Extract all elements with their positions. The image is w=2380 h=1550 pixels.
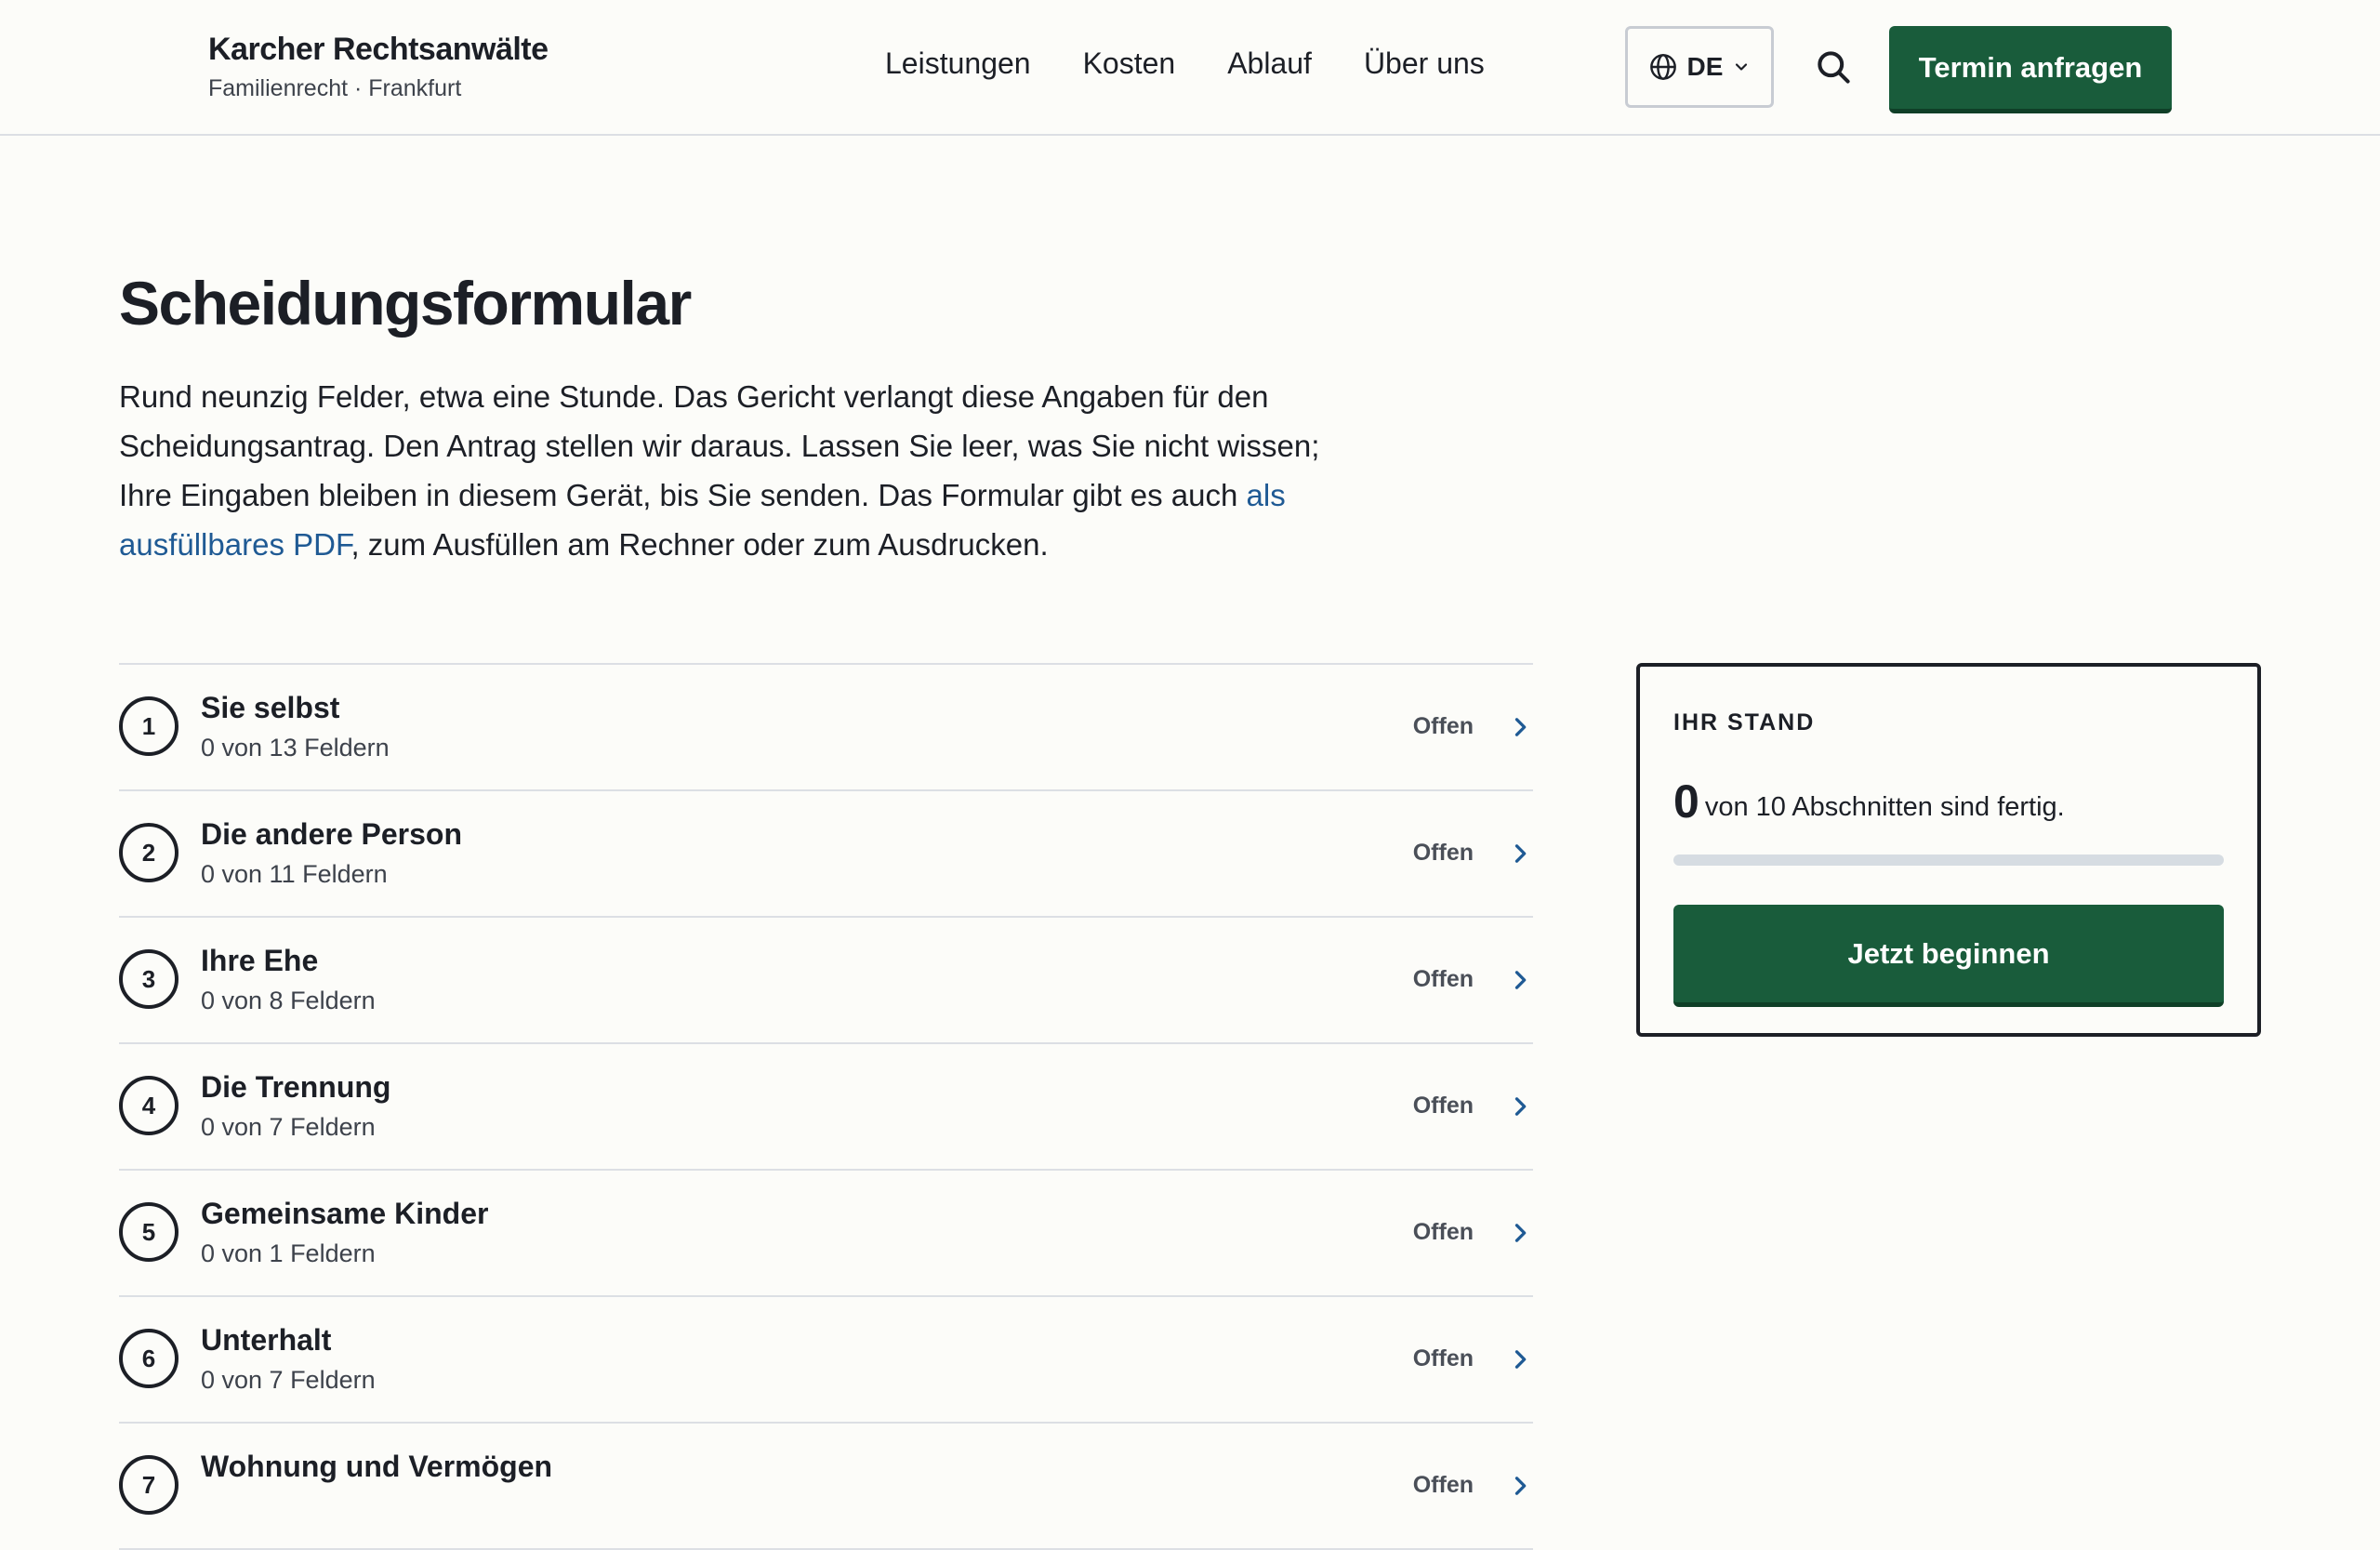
- section-number: 4: [119, 1076, 178, 1135]
- chevron-right-icon: [1514, 1350, 1527, 1369]
- section-status: Offen: [1412, 713, 1474, 739]
- start-button[interactable]: Jetzt beginnen: [1673, 905, 2224, 1007]
- section-field-count: 0 von 1 Feldern: [201, 1239, 376, 1267]
- section-status: Offen: [1412, 1472, 1474, 1498]
- section-field-count: 0 von 8 Feldern: [201, 987, 376, 1014]
- section-status: Offen: [1412, 1093, 1474, 1119]
- section-row[interactable]: 7 Wohnung und Vermögen Offen: [119, 1424, 1533, 1550]
- section-row[interactable]: 1 Sie selbst 0 von 13 Feldern Offen: [119, 665, 1533, 791]
- section-list: 1 Sie selbst 0 von 13 Feldern Offen 2 Di…: [119, 663, 1533, 1550]
- nav-item-ablauf[interactable]: Ablauf: [1227, 46, 1312, 81]
- progress-card: IHR STAND 0 von 10 Abschnitten sind ferti…: [1636, 663, 2261, 1037]
- intro-text-end: , zum Ausfüllen am Rechner oder zum Ausd…: [350, 527, 1049, 562]
- section-number: 3: [119, 949, 178, 1009]
- main-nav: Leistungen Kosten Ablauf Über uns: [885, 46, 1485, 81]
- section-title: Unterhalt: [201, 1323, 332, 1357]
- section-number: 2: [119, 823, 178, 882]
- section-row[interactable]: 4 Die Trennung 0 von 7 Feldern Offen: [119, 1044, 1533, 1171]
- section-title: Sie selbst: [201, 691, 340, 724]
- intro-text-start: Rund neunzig Felder, etwa eine Stunde. D…: [119, 379, 1320, 512]
- section-status: Offen: [1412, 1219, 1474, 1245]
- brand-subtitle: Familienrecht · Frankfurt: [208, 75, 462, 101]
- search-button[interactable]: [1813, 46, 1854, 87]
- section-status: Offen: [1412, 1345, 1474, 1371]
- section-row[interactable]: 5 Gemeinsame Kinder 0 von 1 Feldern Offe…: [119, 1171, 1533, 1297]
- section-field-count: 0 von 7 Feldern: [201, 1366, 376, 1394]
- chevron-right-icon: [1514, 971, 1527, 989]
- section-title: Die Trennung: [201, 1070, 391, 1104]
- section-number: 5: [119, 1202, 178, 1262]
- appointment-button[interactable]: Termin anfragen: [1889, 26, 2172, 113]
- language-selector[interactable]: DE: [1625, 26, 1774, 108]
- section-field-count: 0 von 13 Feldern: [201, 734, 390, 762]
- chevron-right-icon: [1514, 1477, 1527, 1495]
- chevron-right-icon: [1514, 718, 1527, 736]
- section-status: Offen: [1412, 966, 1474, 992]
- chevron-right-icon: [1514, 1097, 1527, 1116]
- brand[interactable]: Karcher Rechtsanwälte Familienrecht · Fr…: [208, 32, 549, 102]
- section-field-count: 0 von 11 Feldern: [201, 860, 388, 888]
- section-title: Gemeinsame Kinder: [201, 1197, 489, 1230]
- chevron-down-icon: [1736, 63, 1748, 71]
- globe-icon: [1649, 54, 1676, 80]
- progress-summary: 0 von 10 Abschnitten sind fertig.: [1673, 775, 2065, 828]
- progress-bar: [1673, 854, 2224, 866]
- section-title: Wohnung und Vermögen: [201, 1450, 553, 1483]
- progress-card-label: IHR STAND: [1673, 709, 1816, 735]
- section-title: Die andere Person: [201, 817, 462, 851]
- section-number: 6: [119, 1329, 178, 1388]
- section-number: 1: [119, 696, 178, 756]
- section-status: Offen: [1412, 840, 1474, 866]
- intro-text: Rund neunzig Felder, etwa eine Stunde. D…: [119, 372, 1328, 569]
- chevron-right-icon: [1514, 1224, 1527, 1242]
- chevron-right-icon: [1514, 844, 1527, 863]
- completed-count: 0: [1673, 775, 1699, 828]
- section-title: Ihre Ehe: [201, 944, 319, 977]
- section-field-count: 0 von 7 Feldern: [201, 1113, 376, 1141]
- nav-item-leistungen[interactable]: Leistungen: [885, 46, 1031, 81]
- section-row[interactable]: 6 Unterhalt 0 von 7 Feldern Offen: [119, 1297, 1533, 1424]
- section-row[interactable]: 3 Ihre Ehe 0 von 8 Feldern Offen: [119, 918, 1533, 1044]
- language-value: DE: [1686, 52, 1724, 81]
- nav-item-ueber-uns[interactable]: Über uns: [1364, 46, 1485, 81]
- nav-item-kosten[interactable]: Kosten: [1083, 46, 1176, 81]
- page-title: Scheidungsformular: [119, 269, 692, 338]
- site-header: Karcher Rechtsanwälte Familienrecht · Fr…: [0, 0, 2380, 136]
- section-number: 7: [119, 1455, 178, 1515]
- section-row[interactable]: 2 Die andere Person 0 von 11 Feldern Off…: [119, 791, 1533, 918]
- progress-text: von 10 Abschnitten sind fertig.: [1704, 792, 2065, 822]
- search-icon: [1818, 51, 1850, 84]
- brand-name[interactable]: Karcher Rechtsanwälte: [208, 32, 549, 68]
